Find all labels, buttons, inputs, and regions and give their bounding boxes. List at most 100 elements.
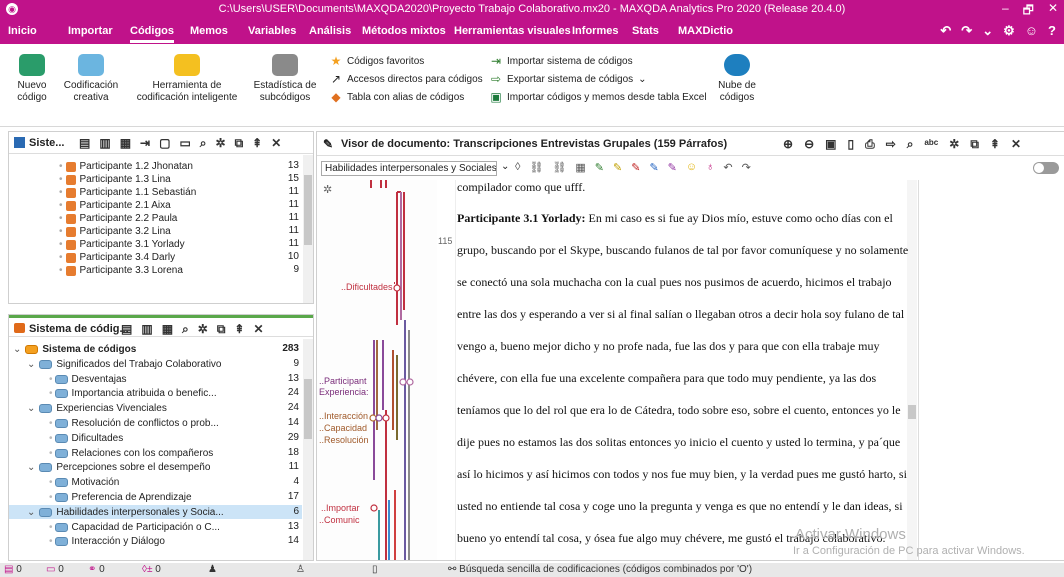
code-select-arrow-icon[interactable]: ⌄ [501, 161, 509, 172]
code-item[interactable]: ⌄ Experiencias Vivenciales [27, 402, 167, 415]
estadistica-subcodigos-button[interactable]: Estadística de subcódigos [252, 54, 318, 104]
expand-arrow-icon[interactable]: ⌄ [13, 344, 21, 355]
viewer-collapse-icon[interactable]: ⇞ [990, 137, 1000, 152]
undock-icon[interactable]: ⧉ [235, 136, 244, 151]
nube-codigos-button[interactable]: Nube de códigos [712, 54, 762, 104]
code-label-experiencia[interactable]: Experiencia: [319, 387, 369, 397]
code-undock-icon[interactable]: ⧉ [217, 322, 226, 337]
viewer-gear-icon[interactable]: ✲ [949, 137, 959, 152]
new-doc-icon[interactable]: ▢ [159, 136, 170, 151]
redo-icon[interactable]: ↷ [961, 23, 972, 39]
gear-icon[interactable]: ✲ [216, 136, 226, 151]
code-system-root[interactable]: ⌄ Sistema de códigos [13, 343, 136, 356]
code-item[interactable]: • Desventajas [49, 373, 127, 386]
code-color-icon[interactable]: ▤ [121, 322, 132, 337]
code-collapse-icon[interactable]: ⇞ [234, 322, 244, 337]
code-label-importar[interactable]: ..Importar [321, 503, 360, 513]
symbol-icon[interactable]: ♁ [706, 161, 714, 174]
menu-analisis[interactable]: Análisis [309, 25, 351, 37]
expand-arrow-icon[interactable]: ⌄ [27, 462, 35, 473]
menu-variables[interactable]: Variables [248, 25, 296, 37]
code-item[interactable]: • Motivación [49, 476, 119, 489]
code-label-interaccion[interactable]: ..Interacción [319, 411, 368, 421]
undo-icon[interactable]: ↶ [940, 23, 951, 39]
code-label-comunic[interactable]: ..Comunic [319, 515, 360, 525]
menu-inicio[interactable]: Inicio [8, 25, 37, 37]
code-item[interactable]: ⌄ Significados del Trabajo Colaborativo [27, 358, 222, 371]
code-label-resolucion[interactable]: ..Resolución [319, 435, 369, 445]
edit-mode-icon[interactable]: ▣ [825, 137, 836, 152]
collapse-icon[interactable]: ⇞ [252, 136, 262, 151]
document-item[interactable]: • Participante 1.2 Jhonatan [59, 160, 193, 173]
code-gear-icon[interactable]: ✲ [198, 322, 208, 337]
zoom-in-icon[interactable]: ⊕ [783, 137, 793, 152]
menu-maxdictio[interactable]: MAXDictio [678, 25, 733, 37]
open-icon[interactable]: ▦ [120, 136, 131, 151]
search-codes-icon[interactable]: ⌕ [182, 322, 189, 337]
code-link-icon[interactable]: ⛓ [529, 161, 543, 174]
document-item[interactable]: • Participante 3.4 Darly [59, 251, 175, 264]
export-doc-icon[interactable]: ⇨ [886, 137, 896, 152]
document-item[interactable]: • Participante 1.1 Sebastián [59, 186, 196, 199]
activate-icon[interactable]: ▤ [79, 136, 90, 151]
highlighter-blue-icon[interactable]: ✎ [649, 161, 658, 174]
code-item[interactable]: • Dificultades [49, 432, 123, 445]
code-close-icon[interactable]: ✕ [253, 322, 263, 337]
code-pin-icon[interactable]: ◊ [515, 161, 520, 174]
doc-group-icon[interactable]: ▭ [179, 136, 190, 151]
exportar-sistema-button[interactable]: ⇨ Exportar sistema de códigos ⌄ [490, 72, 647, 86]
document-item[interactable]: • Participante 3.1 Yorlady [59, 238, 185, 251]
close-icon[interactable]: ✕ [271, 136, 281, 151]
codigos-favoritos-button[interactable]: ★ Códigos favoritos [330, 54, 425, 68]
viewer-close-icon[interactable]: ✕ [1011, 137, 1021, 152]
filter-icon[interactable]: ▥ [99, 136, 110, 151]
code-select[interactable]: Habilidades interpersonales y Sociales [321, 161, 497, 176]
expand-arrow-icon[interactable]: ⌄ [27, 403, 35, 414]
viewer-search-icon[interactable]: ⌕ [907, 137, 914, 152]
spellcheck-icon[interactable]: ᵃᵇᶜ [924, 137, 938, 152]
highlighter-yellow-icon[interactable]: ✎ [613, 161, 622, 174]
collapse-ribbon-icon[interactable]: ⌄ [982, 23, 993, 39]
code-item[interactable]: • Resolución de conflictos o prob... [49, 417, 219, 430]
print-icon[interactable]: ⎙ [865, 137, 875, 152]
emoticon-icon[interactable]: ☺ [686, 161, 697, 174]
herramienta-codificacion-button[interactable]: Herramienta de codificación inteligente [134, 54, 240, 104]
zoom-out-icon[interactable]: ⊖ [804, 137, 814, 152]
status-user2-icon[interactable]: ♙ [296, 564, 305, 575]
code-item[interactable]: ⌄ Percepciones sobre el desempeño [27, 461, 210, 474]
code-item[interactable]: ⌄ Habilidades interpersonales y Socia... [27, 506, 224, 519]
code-item[interactable]: • Preferencia de Aprendizaje [49, 491, 192, 504]
doc-scrollbar[interactable] [303, 155, 313, 303]
help-icon[interactable]: ? [1048, 23, 1056, 39]
status-search[interactable]: ⚯ Búsqueda sencilla de codificaciones (c… [448, 564, 752, 575]
code-unlink-icon[interactable]: ⛓ [552, 161, 566, 174]
expand-arrow-icon[interactable]: ⌄ [27, 507, 35, 518]
document-scrollbar[interactable] [907, 180, 917, 560]
highlighter-red-icon[interactable]: ✎ [631, 161, 640, 174]
code-filter-icon[interactable]: ▥ [141, 322, 152, 337]
document-item[interactable]: • Participante 2.2 Paula [59, 212, 177, 225]
undo-coding-icon[interactable]: ↶ [723, 161, 732, 174]
status-user-icon[interactable]: ♟ [208, 564, 217, 575]
menu-herramientas-visuales[interactable]: Herramientas visuales [454, 25, 571, 37]
codificacion-creativa-button[interactable]: Codificación creativa [62, 54, 120, 104]
menu-stats[interactable]: Stats [632, 25, 659, 37]
code-scrollbar[interactable] [303, 339, 313, 560]
code-label-capacidad[interactable]: ..Capacidad [319, 423, 367, 433]
display-icon[interactable]: ▯ [847, 137, 854, 152]
document-item[interactable]: • Participante 2.1 Aixa [59, 199, 171, 212]
viewer-undock-icon[interactable]: ⧉ [970, 137, 979, 152]
toggle-switch[interactable] [1033, 162, 1059, 174]
code-label-participant[interactable]: ..Participant [319, 376, 367, 386]
menu-memos[interactable]: Memos [190, 25, 228, 37]
menu-importar[interactable]: Importar [68, 25, 113, 37]
code-item[interactable]: • Relaciones con los compañeros [49, 447, 213, 460]
code-item[interactable]: • Capacidad de Participación o C... [49, 521, 220, 534]
status-doc2-icon[interactable]: ▯ [372, 564, 378, 575]
importar-excel-button[interactable]: ▣ Importar códigos y memos desde tabla E… [490, 90, 706, 104]
highlighter-green-icon[interactable]: ✎ [595, 161, 604, 174]
code-item[interactable]: • Importancia atribuida o benefic... [49, 387, 217, 400]
highlighter-purple-icon[interactable]: ✎ [668, 161, 677, 174]
code-label-dificultades[interactable]: ..Dificultades [341, 282, 393, 292]
import-doc-icon[interactable]: ⇥ [140, 136, 150, 151]
